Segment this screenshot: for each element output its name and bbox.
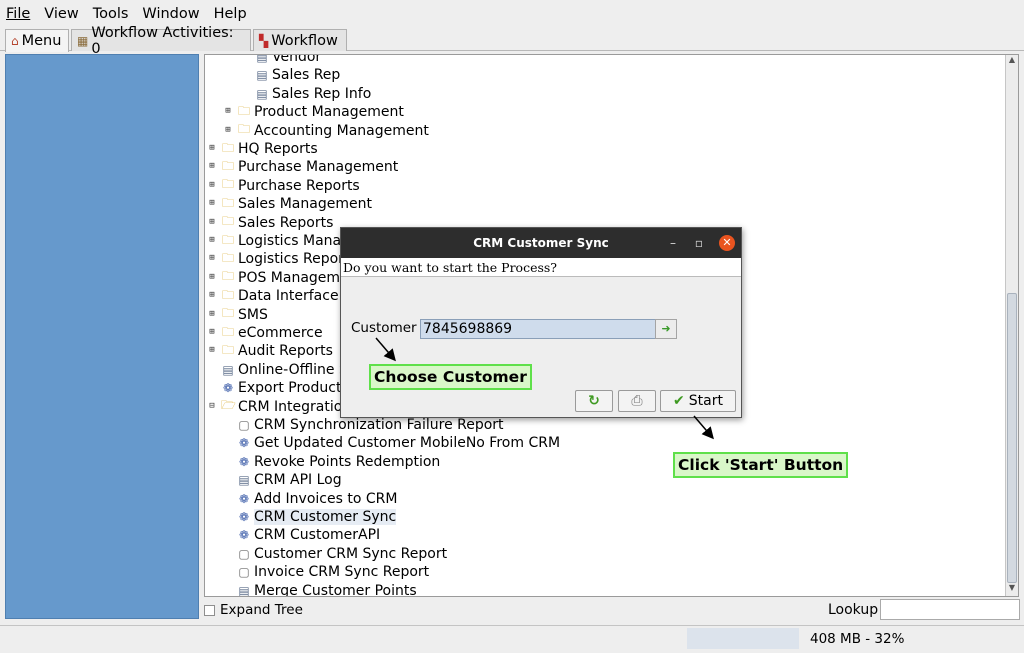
choose-customer-arrow bbox=[375, 337, 396, 362]
callout-arrows bbox=[375, 337, 714, 440]
click-start-arrow bbox=[693, 415, 714, 440]
